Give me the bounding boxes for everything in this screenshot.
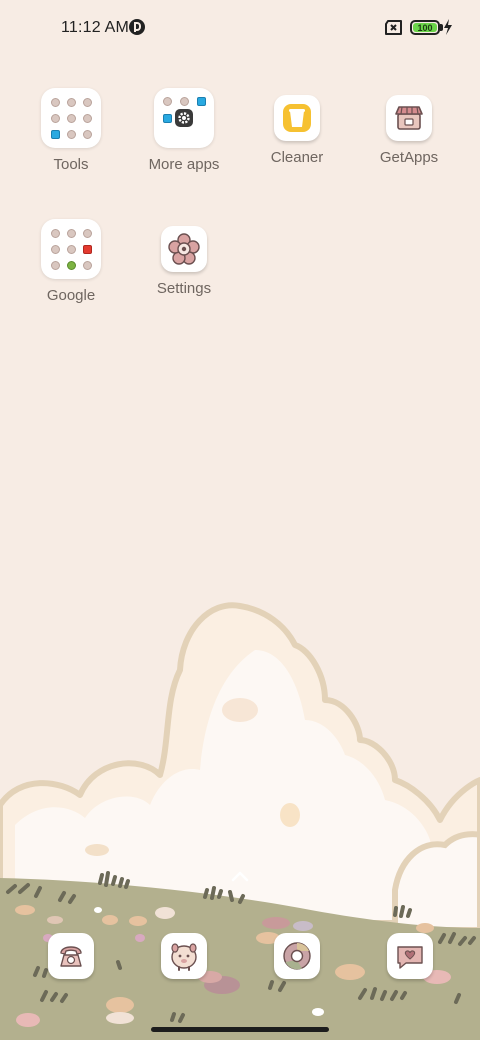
folder-icon: [41, 219, 101, 279]
shop-icon: [386, 95, 432, 141]
folder-icon: [154, 88, 214, 148]
app-label: Google: [46, 287, 96, 304]
app-more-apps[interactable]: More apps: [129, 88, 239, 173]
status-time: 11:12 AM: [61, 19, 130, 36]
browser-icon: [283, 942, 311, 970]
dock-browser[interactable]: [274, 933, 320, 979]
status-bar: 11:12 AM 100: [0, 0, 480, 56]
app-label: Cleaner: [270, 149, 324, 166]
trash-can-icon: [274, 95, 320, 141]
folder-icon: [41, 88, 101, 148]
app-label: Settings: [156, 280, 212, 297]
chevron-up-icon: [231, 871, 249, 882]
app-label: Tools: [53, 156, 89, 173]
dock-sheep-app[interactable]: [161, 933, 207, 979]
dock-phone[interactable]: [48, 933, 94, 979]
app-getapps[interactable]: GetApps: [354, 88, 464, 166]
sheep-icon: [171, 943, 197, 971]
app-tools[interactable]: Tools: [16, 88, 126, 173]
p-icon: [129, 19, 145, 35]
settings-flower-icon: [161, 226, 207, 272]
message-heart-icon: [397, 946, 423, 969]
phone-icon: [60, 946, 82, 967]
app-settings[interactable]: Settings: [129, 219, 239, 297]
no-sim-icon: [385, 20, 402, 35]
app-label: GetApps: [379, 149, 439, 166]
battery-level: 100: [413, 23, 437, 33]
dock-messages[interactable]: [387, 933, 433, 979]
app-label: More apps: [148, 156, 220, 173]
gear-icon: [175, 109, 193, 127]
app-cleaner[interactable]: Cleaner: [242, 88, 352, 166]
gesture-nav-handle[interactable]: [151, 1027, 329, 1032]
app-google[interactable]: Google: [16, 219, 126, 304]
charging-bolt-icon: [444, 19, 452, 35]
battery-icon: 100: [410, 20, 440, 35]
